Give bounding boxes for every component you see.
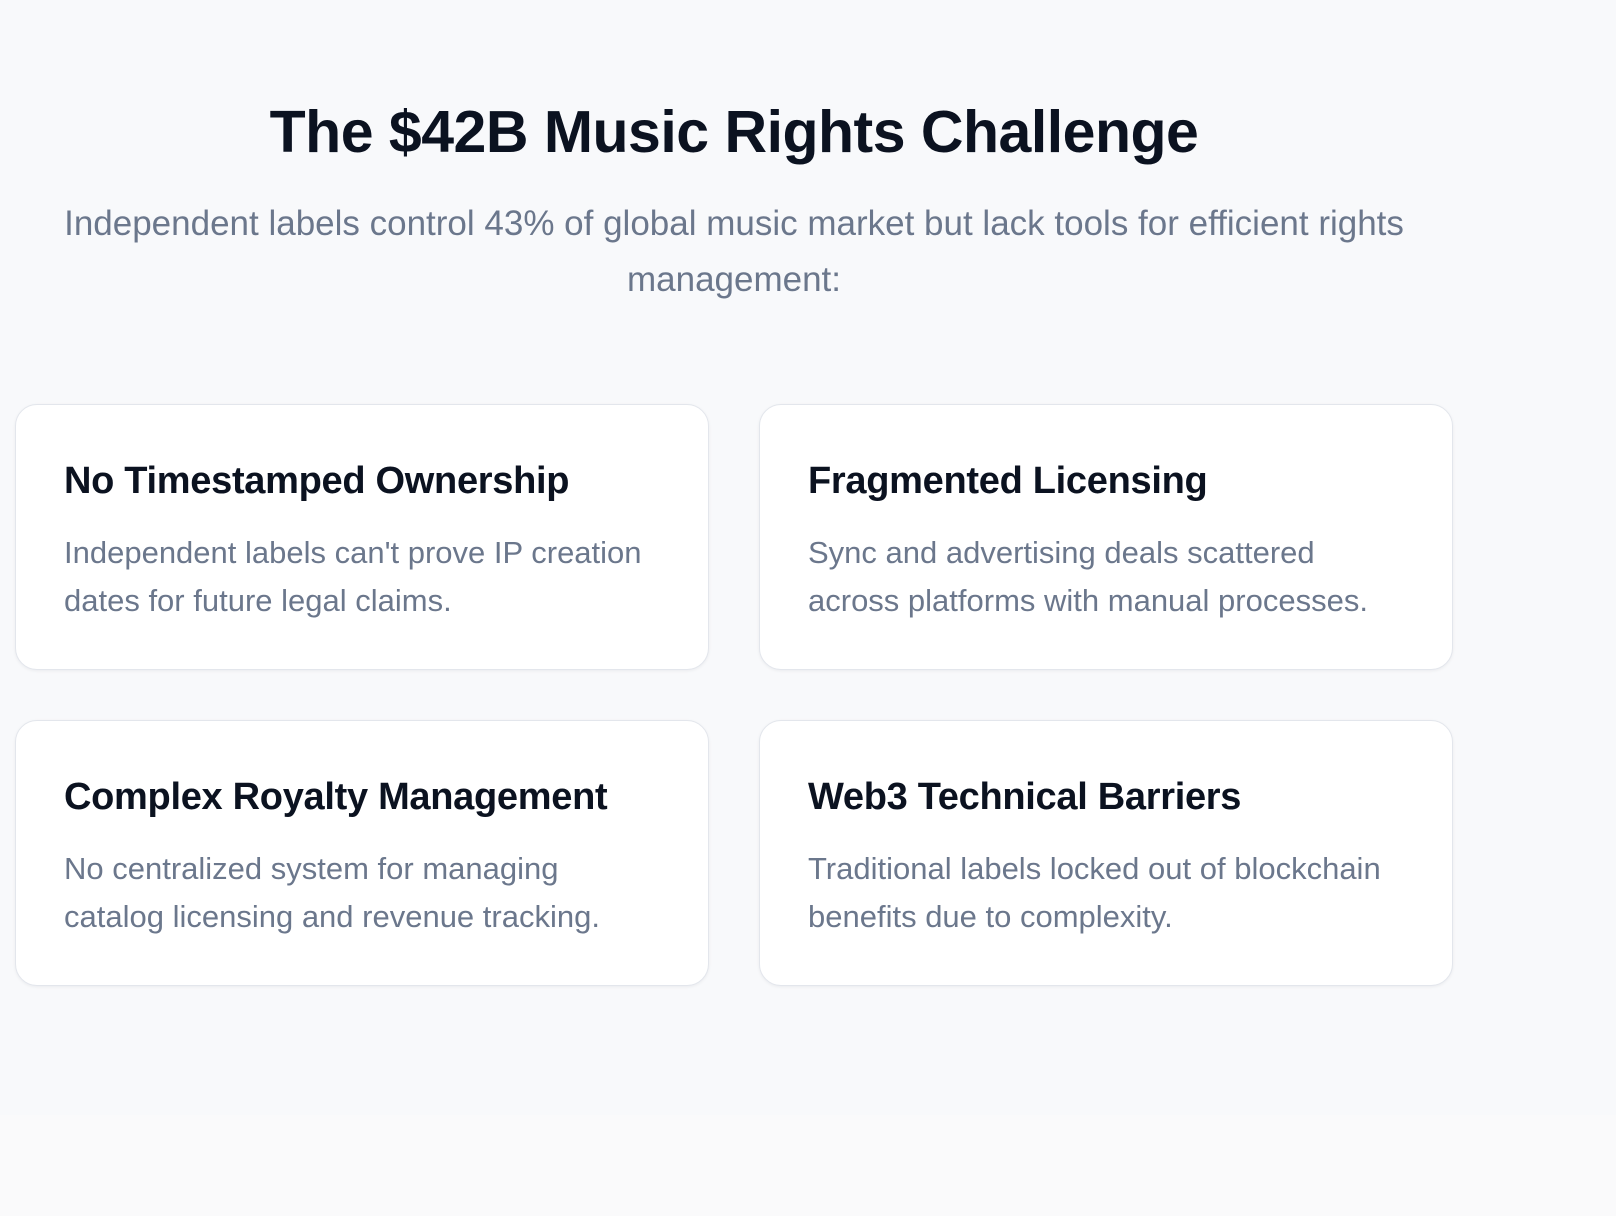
card-title: Complex Royalty Management — [64, 776, 608, 818]
card-description: Independent labels can't prove IP creati… — [64, 535, 642, 618]
card-title: Web3 Technical Barriers — [808, 776, 1242, 818]
card-description: Sync and advertising deals scattered acr… — [808, 535, 1368, 618]
challenge-section: The $42B Music Rights Challenge Independ… — [0, 0, 1616, 1115]
card-title: No Timestamped Ownership — [64, 460, 570, 502]
card-description: Traditional labels locked out of blockch… — [808, 851, 1381, 934]
challenge-card-fragmented-licensing: Fragmented Licensing Sync and advertisin… — [759, 404, 1453, 670]
challenge-card-web3-barriers: Web3 Technical Barriers Traditional labe… — [759, 720, 1453, 986]
section-subtitle: Independent labels control 43% of global… — [64, 204, 1404, 299]
next-section-band — [0, 1115, 1616, 1216]
challenge-card-timestamped-ownership: No Timestamped Ownership Independent lab… — [15, 404, 709, 670]
card-description: No centralized system for managing catal… — [64, 851, 600, 934]
challenge-card-royalty-management: Complex Royalty Management No centralize… — [15, 720, 709, 986]
challenge-cards-grid: No Timestamped Ownership Independent lab… — [15, 404, 1453, 986]
card-title: Fragmented Licensing — [808, 460, 1208, 502]
section-title: The $42B Music Rights Challenge — [269, 99, 1199, 165]
